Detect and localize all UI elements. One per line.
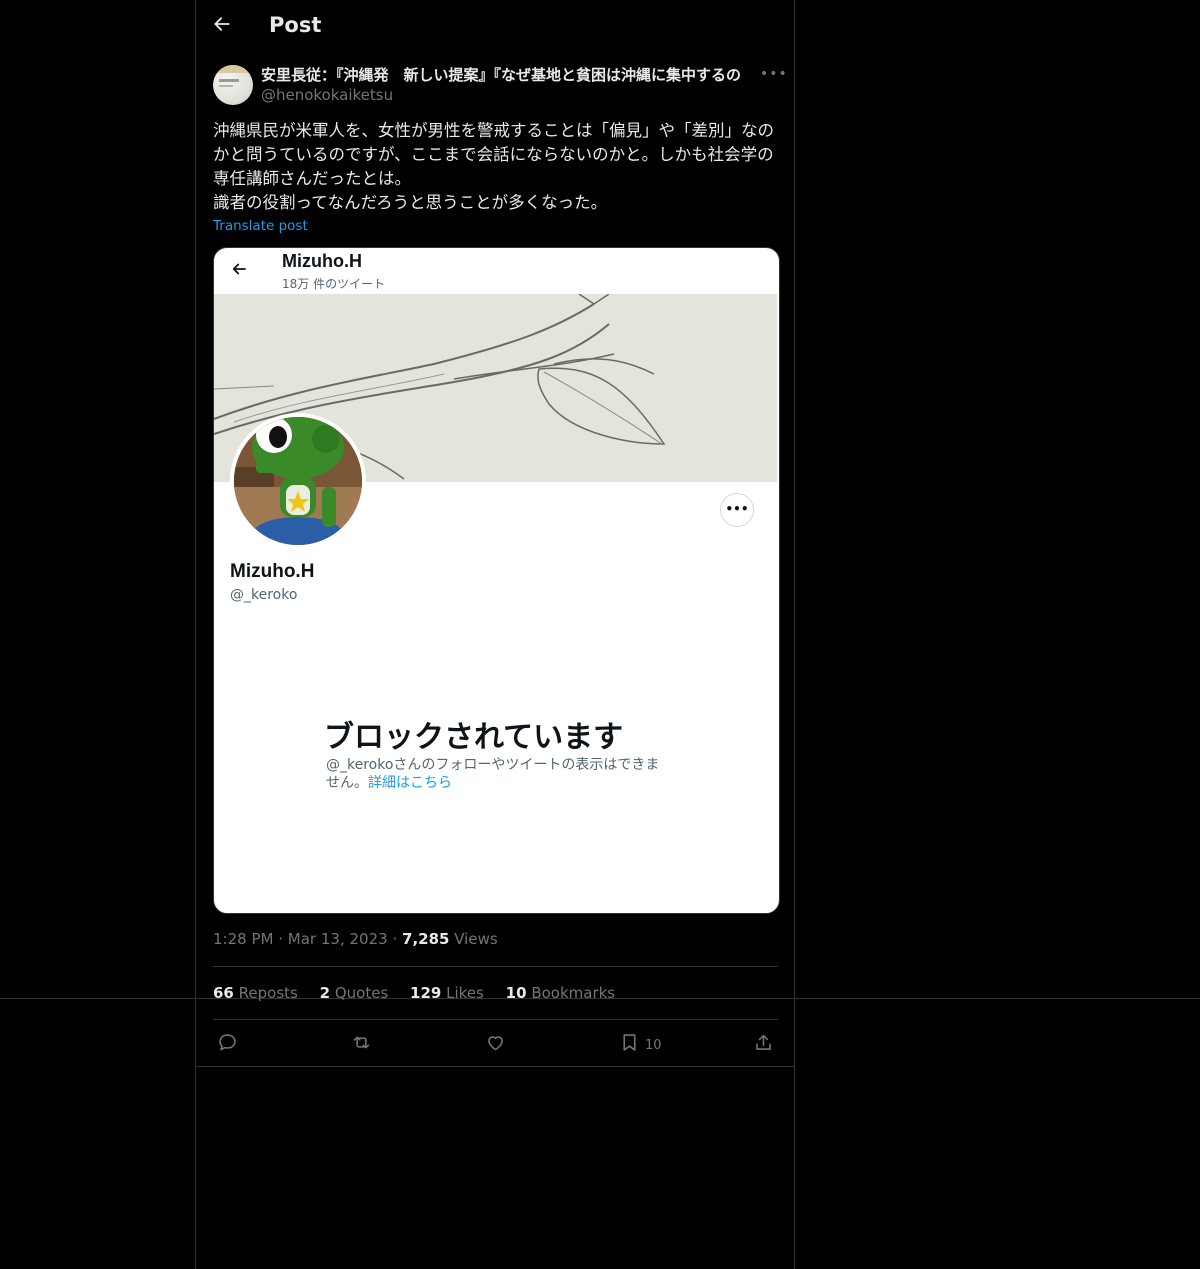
share-button[interactable] xyxy=(753,1032,774,1056)
main-column: Post 安里長従：『沖縄発 新しい提案』『なぜ基地と貧困は沖縄に集中するの @… xyxy=(195,0,795,1269)
divider xyxy=(213,966,778,967)
blocked-description: @_kerokoさんのフォローやツイートの表示はできません。詳細はこちら xyxy=(326,756,666,792)
back-button[interactable] xyxy=(212,14,236,40)
post-media-image[interactable]: Mizuho.H 18万 件のツイート ••• Mizuho.H @_kerok… xyxy=(213,247,780,914)
bookmark-count: 10 xyxy=(645,1038,662,1053)
post-text: 沖縄県民が米軍人を、女性が男性を警戒することは「偏見」や「差別」なのかと問うてい… xyxy=(213,119,779,215)
reposts-count: 66 xyxy=(213,984,234,1002)
bookmarks-count: 10 xyxy=(505,984,527,1002)
post-text-line: 沖縄県民が米軍人を、女性が男性を警戒することは「偏見」や「差別」なのかと問うてい… xyxy=(213,121,774,188)
blocked-details-link: 詳細はこちら xyxy=(368,775,452,791)
arrow-left-icon xyxy=(214,17,230,31)
author-handle[interactable]: @henokokaiketsu xyxy=(261,86,393,104)
translate-post-link[interactable]: Translate post xyxy=(213,218,308,234)
embedded-profile-avatar xyxy=(230,413,366,549)
reposts-stat[interactable]: 66 Reposts xyxy=(213,984,298,1002)
likes-stat[interactable]: 129 Likes xyxy=(410,984,484,1002)
like-icon xyxy=(488,1036,503,1051)
separator-dot: · xyxy=(278,930,284,948)
post-time[interactable]: 1:28 PM xyxy=(213,930,273,948)
likes-count: 129 xyxy=(410,984,442,1002)
bookmark-button[interactable]: 10 xyxy=(619,1032,662,1056)
action-bar: 10 xyxy=(196,1030,794,1058)
repost-button[interactable] xyxy=(351,1032,372,1056)
more-options-icon[interactable]: ••• xyxy=(760,66,787,86)
bookmark-icon xyxy=(623,1034,636,1051)
quotes-count: 2 xyxy=(319,984,331,1002)
post-metadata: 1:28 PM · Mar 13, 2023 · 7,285 Views xyxy=(213,930,498,948)
post-date[interactable]: Mar 13, 2023 xyxy=(288,930,388,948)
engagement-stats: 66 Reposts 2 Quotes 129 Likes 10 Bookmar… xyxy=(213,984,632,1002)
quotes-stat[interactable]: 2 Quotes xyxy=(320,984,389,1002)
page-header: Post xyxy=(196,0,794,54)
author-avatar[interactable] xyxy=(213,65,253,105)
bookmarks-label: Bookmarks xyxy=(531,984,616,1002)
embedded-back-arrow-icon xyxy=(230,260,248,282)
like-button[interactable] xyxy=(485,1032,506,1056)
embedded-handle: @_keroko xyxy=(230,587,298,603)
share-icon xyxy=(756,1034,771,1050)
views-label: Views xyxy=(454,930,498,948)
views-count: 7,285 xyxy=(402,930,450,948)
frog-character-icon xyxy=(234,417,362,545)
embedded-tweet-count: 18万 件のツイート xyxy=(282,277,386,291)
page-title: Post xyxy=(269,13,322,37)
divider xyxy=(213,1019,778,1020)
likes-label: Likes xyxy=(446,984,484,1002)
author-name[interactable]: 安里長従：『沖縄発 新しい提案』『なぜ基地と貧困は沖縄に集中するの xyxy=(261,64,756,84)
post-text-line: 識者の役割ってなんだろうと思うことが多くなった。 xyxy=(213,193,608,212)
embedded-display-name: Mizuho.H xyxy=(230,561,315,582)
embedded-profile-name: Mizuho.H xyxy=(282,251,362,271)
reposts-label: Reposts xyxy=(238,984,298,1002)
quotes-label: Quotes xyxy=(334,984,389,1002)
divider xyxy=(196,1066,794,1067)
separator-dot: · xyxy=(392,930,398,948)
bookmarks-stat[interactable]: 10 Bookmarks xyxy=(506,984,615,1002)
blocked-title: ブロックされています xyxy=(324,720,624,755)
reply-button[interactable] xyxy=(217,1032,238,1056)
reply-icon xyxy=(219,1034,236,1051)
embedded-more-icon: ••• xyxy=(720,493,754,527)
repost-icon xyxy=(353,1036,370,1049)
